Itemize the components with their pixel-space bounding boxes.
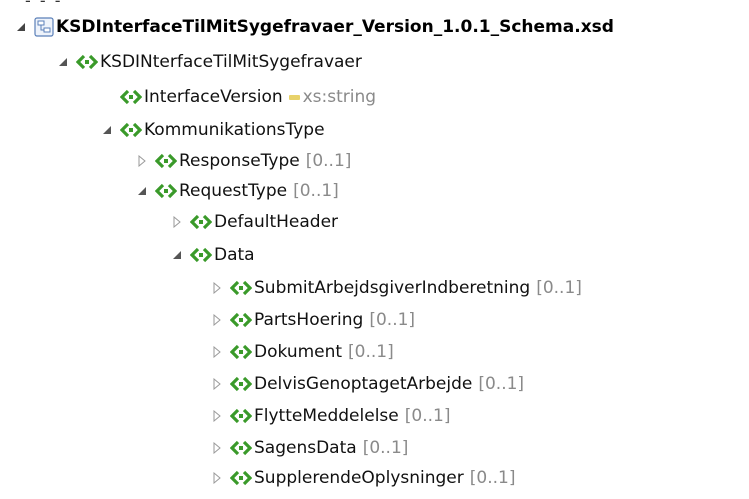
collapsed-triangle-icon[interactable] — [170, 215, 184, 229]
tree-root[interactable]: KSDInterfaceTilMitSygefravaer_Version_1.… — [14, 12, 614, 42]
node-cardinality: [0..1] — [362, 438, 409, 458]
tree-node[interactable]: KommunikationsType — [100, 115, 325, 145]
collapsed-triangle-icon[interactable] — [210, 377, 224, 391]
node-label: SupplerendeOplysninger — [254, 468, 464, 488]
tree-node[interactable]: SagensData [0..1] — [210, 433, 408, 463]
xsd-element-icon — [120, 89, 142, 105]
tree-node[interactable]: SubmitArbejdsgiverIndberetning [0..1] — [210, 273, 582, 303]
collapsed-triangle-icon[interactable] — [210, 345, 224, 359]
node-label: Data — [214, 245, 255, 265]
collapsed-triangle-icon[interactable] — [210, 471, 224, 485]
root-label: KSDInterfaceTilMitSygefravaer_Version_1.… — [56, 17, 614, 37]
tree-node[interactable]: InterfaceVersion xs:string — [100, 82, 376, 112]
tree-node[interactable]: RequestType [0..1] — [135, 176, 339, 206]
xsd-element-icon — [120, 122, 142, 138]
node-label: RequestType — [179, 181, 288, 201]
node-type-text: xs:string — [302, 87, 377, 107]
tree-node[interactable]: Dokument [0..1] — [210, 337, 394, 367]
node-cardinality: [0..1] — [293, 181, 339, 201]
expanded-triangle-icon[interactable] — [56, 55, 70, 69]
xsd-element-icon — [190, 247, 212, 263]
node-label: KommunikationsType — [144, 120, 325, 140]
collapsed-triangle-icon[interactable] — [135, 154, 149, 168]
node-cardinality: [0..1] — [478, 374, 525, 394]
xsd-element-icon — [155, 153, 177, 169]
expanded-triangle-icon[interactable] — [170, 248, 184, 262]
tree-node[interactable]: SupplerendeOplysninger [0..1] — [210, 463, 515, 493]
expand-toggle[interactable] — [14, 20, 28, 34]
expanded-triangle-icon[interactable] — [100, 123, 114, 137]
node-label: SagensData — [254, 438, 357, 458]
tree-node[interactable]: PartsHoering [0..1] — [210, 305, 415, 335]
node-label: DefaultHeader — [214, 212, 339, 232]
xsd-element-icon — [230, 312, 252, 328]
xsd-schema-icon — [34, 17, 54, 37]
tree-node[interactable]: DelvisGenoptagetArbejde [0..1] — [210, 369, 524, 399]
xsd-element-icon — [155, 183, 177, 199]
node-cardinality: [0..1] — [469, 468, 516, 488]
collapsed-triangle-icon[interactable] — [210, 313, 224, 327]
xsd-element-icon — [230, 440, 252, 456]
simple-type-icon — [288, 94, 300, 100]
node-type: xs:string — [288, 87, 377, 107]
xsd-element-icon — [230, 376, 252, 392]
collapsed-triangle-icon[interactable] — [210, 409, 224, 423]
node-label: ResponseType — [179, 151, 300, 171]
xsd-element-icon — [230, 408, 252, 424]
tree-node[interactable]: DefaultHeader — [170, 207, 338, 237]
node-cardinality: [0..1] — [404, 406, 451, 426]
node-cardinality: [0..1] — [348, 342, 394, 362]
node-label: InterfaceVersion — [144, 87, 283, 107]
node-cardinality: [0..1] — [536, 278, 582, 298]
node-label: DelvisGenoptagetArbejde — [254, 374, 473, 394]
node-cardinality: [0..1] — [369, 310, 416, 330]
xsd-element-icon — [76, 54, 98, 70]
node-label: PartsHoering — [254, 310, 364, 330]
schema-tree: - - - KSDInterfaceTilMitSygefravaer_Vers… — [0, 0, 749, 499]
node-label: Dokument — [254, 342, 343, 362]
node-label: FlytteMeddelelse — [254, 406, 399, 426]
node-label: KSDINterfaceTilMitSygefravaer — [100, 52, 362, 72]
xsd-element-icon — [230, 344, 252, 360]
node-cardinality: [0..1] — [305, 151, 352, 171]
tree-node[interactable]: Data — [170, 240, 255, 270]
xsd-element-icon — [230, 280, 252, 296]
xsd-element-icon — [230, 470, 252, 486]
tree-node[interactable]: KSDINterfaceTilMitSygefravaer — [56, 47, 362, 77]
collapsed-triangle-icon[interactable] — [210, 441, 224, 455]
expanded-triangle-icon — [17, 23, 25, 31]
expanded-triangle-icon[interactable] — [135, 184, 149, 198]
clipped-row-above: - - - — [25, 0, 63, 10]
tree-node[interactable]: ResponseType [0..1] — [135, 146, 351, 176]
tree-node[interactable]: FlytteMeddelelse [0..1] — [210, 401, 450, 431]
xsd-element-icon — [190, 214, 212, 230]
collapsed-triangle-icon[interactable] — [210, 281, 224, 295]
node-label: SubmitArbejdsgiverIndberetning — [254, 278, 531, 298]
